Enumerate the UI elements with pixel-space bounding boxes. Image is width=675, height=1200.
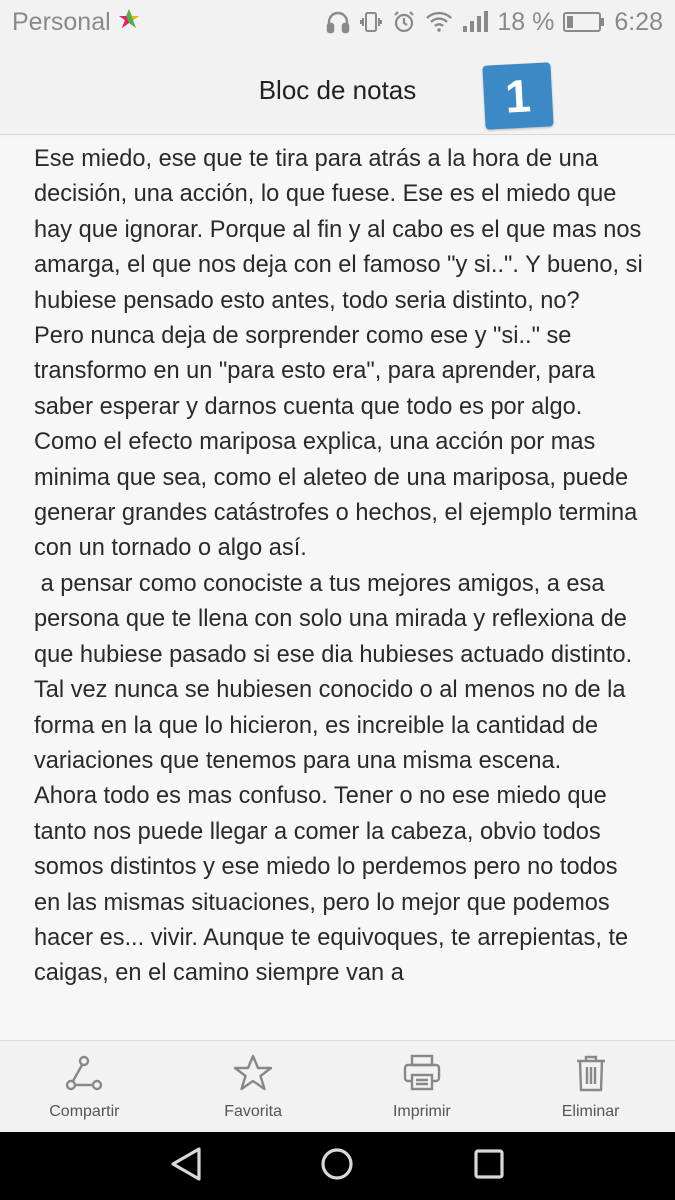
system-nav-bar [0, 1132, 675, 1200]
delete-label: Eliminar [561, 1103, 620, 1120]
trash-icon [571, 1053, 611, 1093]
battery-icon [563, 11, 605, 33]
favorite-button[interactable]: Favorita [169, 1041, 338, 1133]
print-label: Imprimir [392, 1103, 451, 1120]
signal-icon [462, 11, 489, 33]
share-label: Compartir [49, 1103, 120, 1120]
home-button[interactable] [307, 1136, 367, 1196]
headphones-icon [326, 10, 350, 34]
recents-button[interactable] [459, 1136, 519, 1196]
page-title: Bloc de notas [258, 75, 417, 105]
status-left: Personal [12, 8, 139, 37]
carrier-label: Personal [12, 7, 111, 36]
note-text[interactable]: Ese miedo, ese que te tira para atrás a … [0, 138, 675, 992]
battery-label: 18 % [497, 7, 555, 36]
back-icon [169, 1146, 203, 1187]
clock-label: 6:28 [614, 7, 663, 36]
printer-icon [402, 1053, 442, 1093]
delete-button[interactable]: Eliminar [506, 1041, 675, 1133]
share-button[interactable]: Compartir [0, 1041, 169, 1133]
share-icon [64, 1053, 104, 1093]
favorite-label: Favorita [224, 1103, 283, 1120]
back-button[interactable] [156, 1136, 216, 1196]
bottom-toolbar: Compartir Favorita Imprimir Eliminar [0, 1040, 675, 1133]
page-number-badge: 1 [482, 62, 554, 130]
note-body[interactable]: Ese miedo, ese que te tira para atrás a … [0, 138, 675, 1040]
recents-icon [473, 1148, 505, 1185]
print-button[interactable]: Imprimir [338, 1041, 507, 1133]
alarm-icon [392, 10, 416, 34]
app-icon [118, 8, 139, 37]
wifi-icon [425, 11, 453, 33]
status-bar: Personal 18 % 6:28 [0, 0, 675, 44]
vibrate-icon [359, 10, 383, 34]
app-header: Bloc de notas 1 [0, 44, 675, 135]
star-icon [233, 1053, 273, 1093]
status-right: 18 % 6:28 [326, 8, 663, 37]
home-icon [319, 1146, 355, 1187]
